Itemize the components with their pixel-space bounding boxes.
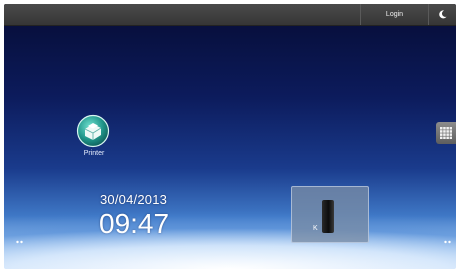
clock-time: 09:47 bbox=[99, 208, 170, 239]
page-indicator-right[interactable] bbox=[444, 240, 452, 244]
dots-icon bbox=[16, 240, 23, 244]
page-indicator-left[interactable] bbox=[16, 240, 24, 244]
printer-app-icon bbox=[76, 114, 110, 148]
top-status-bar: Login bbox=[4, 4, 456, 26]
printer-app-shortcut[interactable]: Printer bbox=[72, 114, 116, 164]
app-drawer-button[interactable] bbox=[436, 122, 456, 144]
grid-icon bbox=[440, 127, 452, 139]
toner-level-widget[interactable]: K bbox=[291, 186, 369, 243]
toner-color-label: K bbox=[313, 225, 318, 232]
night-mode-button[interactable] bbox=[428, 4, 456, 25]
home-screen: Login Printer 30/04/2013 09:47 K bbox=[4, 4, 456, 269]
dots-icon bbox=[444, 240, 451, 244]
clock-date: 30/04/2013 bbox=[100, 192, 168, 207]
printer-app-label: Printer bbox=[83, 150, 105, 157]
moon-icon bbox=[439, 10, 447, 19]
toner-cartridge-icon bbox=[322, 200, 334, 233]
login-button[interactable]: Login bbox=[360, 4, 428, 25]
login-label: Login bbox=[385, 11, 404, 18]
